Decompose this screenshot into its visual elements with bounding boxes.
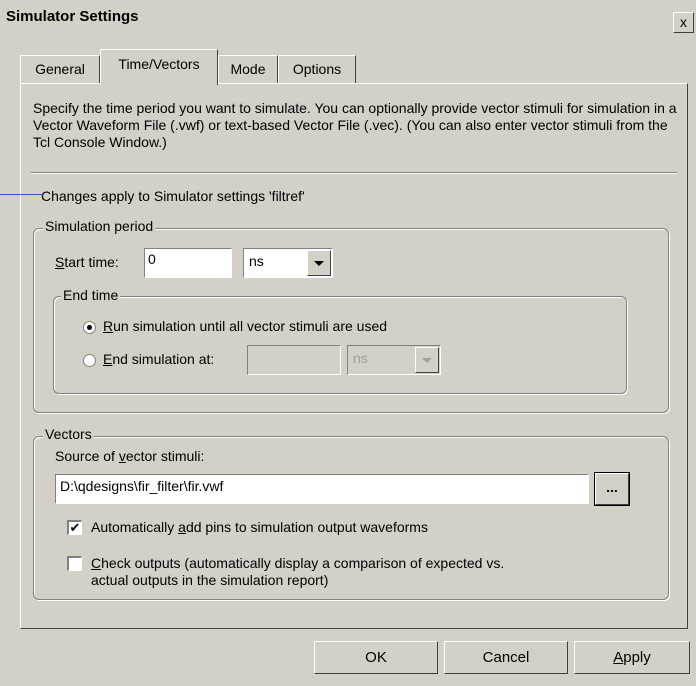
apply-button[interactable]: Apply [574,641,690,674]
changes-note: Changes apply to Simulator settings 'fil… [41,188,305,204]
check-outputs-text-line2: actual outputs in the simulation report) [91,572,329,588]
source-label-mnemonic: v [118,448,126,464]
run-until-text: un simulation until all vector stimuli a… [113,318,388,334]
ok-button[interactable]: OK [314,641,438,674]
tab-time-vectors-label: Time/Vectors [118,56,200,72]
tab-time-vectors[interactable]: Time/Vectors [100,49,218,85]
separator [31,172,677,174]
close-icon: x [680,14,687,30]
apply-mnemonic: A [613,649,624,666]
tab-options-label: Options [292,61,342,77]
end-at-text: nd simulation at: [112,351,215,367]
start-time-value: 0 [148,251,156,267]
source-label: Source of vector stimuli: [55,448,204,464]
cancel-label: Cancel [482,649,530,666]
cancel-button[interactable]: Cancel [444,641,568,674]
end-at-mnemonic: E [103,351,113,367]
tab-general[interactable]: General [20,55,100,83]
title-bar: Simulator Settings x [0,0,696,34]
start-unit-dropdown-button[interactable] [307,250,331,276]
tab-general-label: General [35,61,85,77]
auto-add-checkbox[interactable]: ✔ [67,520,82,535]
end-at-radio[interactable] [83,354,96,367]
check-outputs-checkbox[interactable] [67,556,82,571]
source-label-text-b: ector stimuli: [125,448,205,464]
simulator-settings-dialog: Simulator Settings x General Time/Vector… [0,0,696,686]
chevron-down-icon [422,358,432,363]
start-unit-select[interactable]: ns [243,248,333,278]
start-unit-value: ns [249,253,264,269]
start-time-label-text: tart time: [64,254,119,270]
tab-options[interactable]: Options [278,55,356,83]
check-outputs-label[interactable]: Check outputs (automatically display a c… [91,555,504,589]
end-unit-select[interactable]: ns [347,345,441,375]
dialog-title: Simulator Settings [6,8,139,25]
chevron-down-icon [314,261,324,266]
start-time-label-mnemonic: S [55,254,65,270]
simulation-period-legend: Simulation period [43,218,156,234]
time-vectors-panel: Specify the time period you want to simu… [20,83,688,629]
end-unit-value: ns [353,350,368,366]
checkmark-icon: ✔ [69,520,81,535]
browse-button[interactable]: ... [595,473,629,505]
source-input[interactable]: D:\qdesigns\fir_filter\fir.vwf [55,474,589,504]
tab-mode-label: Mode [230,61,266,77]
source-label-text-a: Source of [55,448,119,464]
description-text: Specify the time period you want to simu… [33,100,677,150]
auto-add-text-a: Automatically [91,519,179,535]
auto-add-mnemonic: a [178,519,186,535]
run-until-radio[interactable] [83,321,96,334]
start-time-label: Start time: [55,254,119,270]
end-unit-dropdown-button[interactable] [415,347,439,373]
ok-label: OK [365,649,387,666]
callout-line [0,194,44,195]
start-time-input[interactable]: 0 [144,248,232,278]
apply-label: pply [623,649,651,666]
check-outputs-mnemonic: C [91,555,102,571]
source-value: D:\qdesigns\fir_filter\fir.vwf [60,478,224,494]
vectors-legend: Vectors [43,426,94,442]
run-until-label[interactable]: Run simulation until all vector stimuli … [103,318,387,334]
close-button[interactable]: x [673,12,694,33]
tab-mode[interactable]: Mode [218,55,278,83]
check-outputs-text-line1: heck outputs (automatically display a co… [101,555,505,571]
auto-add-label[interactable]: Automatically add pins to simulation out… [91,519,428,535]
end-time-input[interactable] [247,345,341,375]
browse-icon: ... [606,479,618,495]
radio-selected-dot [87,325,92,330]
auto-add-text-b: dd pins to simulation output waveforms [185,519,428,535]
end-at-label[interactable]: End simulation at: [103,351,214,367]
end-time-legend: End time [61,287,121,303]
run-until-mnemonic: R [103,318,114,334]
